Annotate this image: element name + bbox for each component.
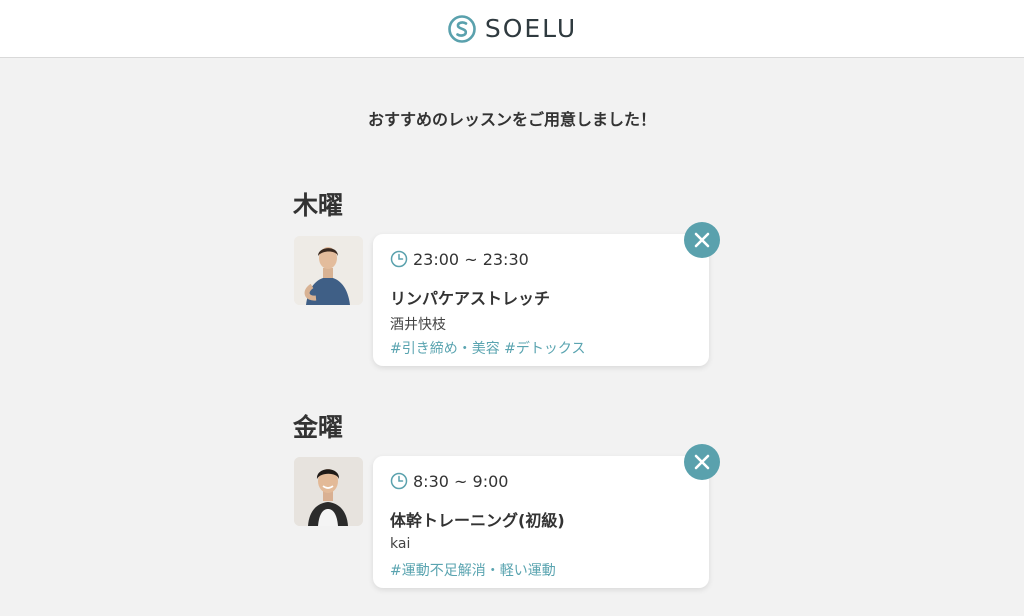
lesson-tags[interactable]: #引き締め・美容 #デトックス [390, 338, 709, 357]
time-row: 8:30 ~ 9:00 [390, 470, 709, 492]
close-icon [694, 454, 710, 470]
instructor-avatar-icon [294, 457, 363, 526]
header: SOELU [0, 0, 1024, 58]
instructor-avatar-icon [294, 236, 363, 305]
lesson-card[interactable]: 23:00 ~ 23:30 リンパケアストレッチ 酒井快枝 #引き締め・美容 #… [373, 234, 709, 366]
lesson-time: 8:30 ~ 9:00 [413, 471, 509, 491]
remove-lesson-button[interactable] [684, 444, 720, 480]
instructor-photo[interactable] [294, 457, 363, 526]
day-heading-thursday: 木曜 [293, 191, 344, 220]
soelu-logo[interactable]: SOELU [447, 14, 577, 44]
lesson-card[interactable]: 8:30 ~ 9:00 体幹トレーニング(初級) kai #運動不足解消・軽い運… [373, 456, 709, 588]
intro-message: おすすめのレッスンをご用意しました！ [367, 110, 656, 129]
soelu-logo-icon [448, 14, 476, 43]
lesson-title: リンパケアストレッチ [390, 289, 551, 308]
remove-lesson-button[interactable] [684, 222, 720, 258]
day-heading-friday: 金曜 [293, 413, 344, 442]
close-icon [694, 232, 710, 248]
lesson-time: 23:00 ~ 23:30 [413, 249, 529, 269]
instructor-name: kai [390, 536, 411, 552]
instructor-name: 酒井快枝 [390, 317, 446, 333]
clock-icon [390, 472, 408, 490]
brand-name: SOELU [484, 14, 578, 43]
lesson-title: 体幹トレーニング(初級) [390, 511, 565, 530]
time-row: 23:00 ~ 23:30 [390, 248, 709, 270]
lesson-tags[interactable]: #運動不足解消・軽い運動 [390, 560, 709, 579]
instructor-photo[interactable] [294, 236, 363, 305]
clock-icon [390, 250, 408, 268]
